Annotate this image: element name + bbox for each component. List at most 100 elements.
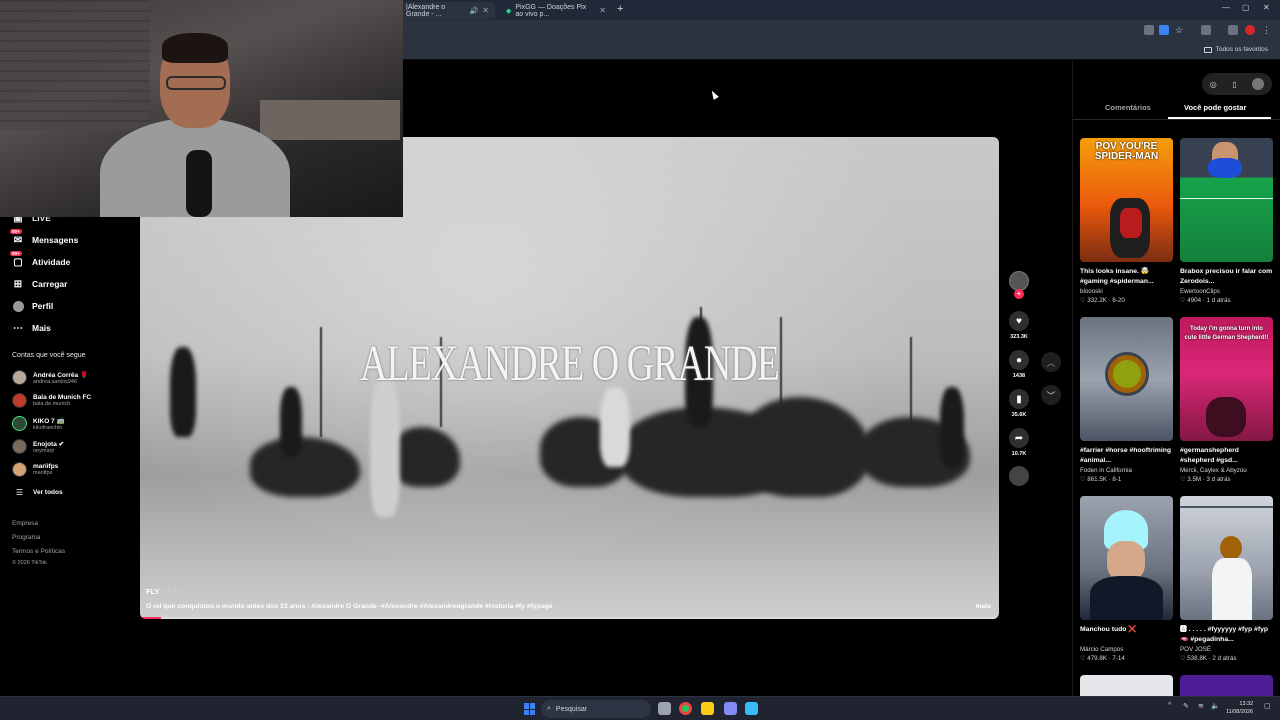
following-account[interactable]: Bala de Munich FC bala.de.munich [12,393,91,408]
card-title: #farrier #horse #hooftriming #animal... [1080,447,1172,464]
comment-icon: ● [1009,350,1029,370]
taskbar-search[interactable]: ⌕ Pesquisar [541,700,651,718]
following-account[interactable]: Enojota ✔ neymarjr [12,439,64,454]
following-account[interactable]: mariifps mariifps [12,462,58,477]
profile-avatar-icon[interactable] [1245,25,1255,35]
puzzle-icon[interactable] [1201,25,1211,35]
browser-tab-pixgg[interactable]: ◆ PixGG — Doações Pix ao vivo p... ✕ [500,2,612,19]
list-icon: ☰ [15,488,24,497]
video-card[interactable]: Today i'm gonna turn into cute little Ge… [1180,317,1273,483]
sidebar-item-more[interactable]: ⋯ Mais [12,322,51,334]
card-author: POV JOSÉ [1180,646,1211,653]
card-likes: 479.8K [1087,655,1107,662]
tab-you-may-like[interactable]: Você pode gostar [1184,103,1246,112]
maximize-icon[interactable]: ▢ [1242,3,1250,12]
all-bookmarks[interactable]: Todos os favoritos [1203,46,1268,53]
sidebar-item-profile[interactable]: Perfil [12,300,53,312]
tray-chevron-icon[interactable]: ^ [1168,702,1171,709]
video-thumbnail: Today i'm gonna turn into cute little Ge… [1180,317,1273,441]
sidebar-item-messages[interactable]: ✉ 99+ Mensagens [10,229,78,246]
account-name: KIKO 7 🚎 [33,417,65,425]
menu-kebab-icon[interactable]: ⋮ [1262,25,1272,35]
video-author[interactable]: FLY · 7-12 [146,587,181,596]
close-icon[interactable]: ✕ [599,6,606,15]
sidebar-item-label: Mais [32,323,51,333]
discord-icon[interactable] [724,702,737,715]
volume-icon[interactable]: 🔈 [1211,702,1220,710]
minimize-icon[interactable]: — [1222,3,1230,12]
activity-icon: ▢ 99+ [10,251,23,268]
translate-icon[interactable] [1144,25,1154,35]
save-count: 35.6K [1011,412,1027,418]
star-icon[interactable]: ☆ [1175,25,1185,35]
browser-tab-active[interactable]: |Alexandre o Grande - ... 🔊 ✕ [400,2,495,19]
account-name: Bala de Munich FC [33,394,92,401]
file-explorer-icon[interactable] [701,702,714,715]
video-card[interactable]: POV YOU'RE SPIDER-MAN This looks insane.… [1080,138,1173,304]
card-date: 6-20 [1112,297,1125,304]
chrome-icon[interactable] [679,702,692,715]
share-button[interactable]: ➦ 10.7K [1009,428,1029,457]
tab-comments[interactable]: Comentários [1105,103,1151,112]
video-thumbnail [1180,496,1273,620]
task-view-icon[interactable] [658,702,671,715]
close-window-icon[interactable]: ✕ [1263,3,1270,12]
video-card[interactable]: 🅰 . . . . . #fyyyyyy #fyp #fyp🫦 #pegadin… [1180,496,1273,662]
user-avatar[interactable] [1252,78,1265,90]
video-card[interactable]: #farrier #horse #hooftriming #animal... … [1080,317,1173,483]
previous-video-button[interactable]: ︿ [1041,352,1061,372]
extension-icon[interactable] [1159,25,1169,35]
footer-company-link[interactable]: Empresa [12,520,38,527]
sidebar-item-activity[interactable]: ▢ 99+ Atividade [10,251,70,268]
media-icon[interactable] [1228,25,1238,35]
following-account[interactable]: Andréa Corrêa 🌹 andrea.santos946 [12,370,88,385]
compass-icon[interactable]: ◎ [1210,80,1217,89]
like-button[interactable]: ♥ 323.3K [1009,311,1029,340]
follow-plus-icon[interactable]: + [1014,289,1024,299]
video-card[interactable]: Manchou tudo ❌ Márcio Campos ♡ 479.8K · … [1080,496,1173,662]
sidebar-item-upload[interactable]: ⊞ Carregar [12,278,68,290]
card-title: 🅰 . . . . . #fyyyyyy #fyp #fyp🫦 #pegadin… [1180,626,1269,643]
comment-button[interactable]: ● 1438 [1009,350,1029,379]
pen-icon[interactable]: ✎ [1183,702,1189,710]
device-icon[interactable]: ▯ [1232,80,1236,89]
more-icon: ⋯ [13,322,23,334]
author-name: FLY [146,587,160,596]
webcam-overlay [0,0,403,217]
card-meta: ♡ 479.8K · 7-14 [1080,655,1125,662]
account-name: Enojota ✔ [33,440,65,448]
panel-toolbar: ◎ ▯ [1202,73,1272,95]
new-tab-button[interactable]: + [617,3,623,15]
footer-program-link[interactable]: Programa [12,534,41,541]
card-title: This looks insane. 🤯 #gaming #spiderman.… [1080,268,1154,285]
next-video-button[interactable]: ﹀ [1041,385,1061,405]
system-clock[interactable]: 13:32 11/08/2026 [1226,700,1253,716]
video-progress-bar[interactable] [140,617,999,619]
footer-terms-link[interactable]: Termos e Políticas [12,548,65,555]
account-handle: andrea.santos946 [33,378,78,385]
sidebar-item-label: Perfil [32,301,54,311]
close-icon[interactable]: ✕ [482,6,489,15]
save-button[interactable]: ▮ 35.6K [1009,389,1029,418]
card-author: Márcio Campos [1080,646,1124,653]
card-author: EwertoonClips [1180,288,1220,295]
see-all-label: Ver todos [33,489,63,496]
see-all-link[interactable]: ☰ Ver todos [12,488,63,497]
steam-icon[interactable] [745,702,758,715]
like-count: 323.3K [1010,334,1028,340]
creator-avatar[interactable] [1009,271,1029,291]
video-thumbnail [1080,496,1173,620]
more-button[interactable]: mais [976,603,992,610]
video-thumbnail-partial[interactable] [1180,675,1273,696]
video-thumbnail-partial[interactable] [1080,675,1173,696]
windows-start-icon[interactable] [524,703,536,715]
video-card[interactable]: Brabox precisou ir falar com Zerodois...… [1180,138,1273,304]
music-disc-icon[interactable] [1009,466,1029,486]
notifications-icon[interactable]: ▢ [1264,702,1271,710]
following-account[interactable]: KIKO 7 🚎 kikofranchin [12,416,65,431]
thumbnail-text: POV YOU'RE SPIDER-MAN [1094,141,1159,162]
wifi-icon[interactable]: ≋ [1198,702,1204,710]
account-name: Andréa Corrêa 🌹 [33,371,89,379]
account-handle: neymarjr [33,447,55,454]
share-icon: ➦ [1009,428,1029,448]
